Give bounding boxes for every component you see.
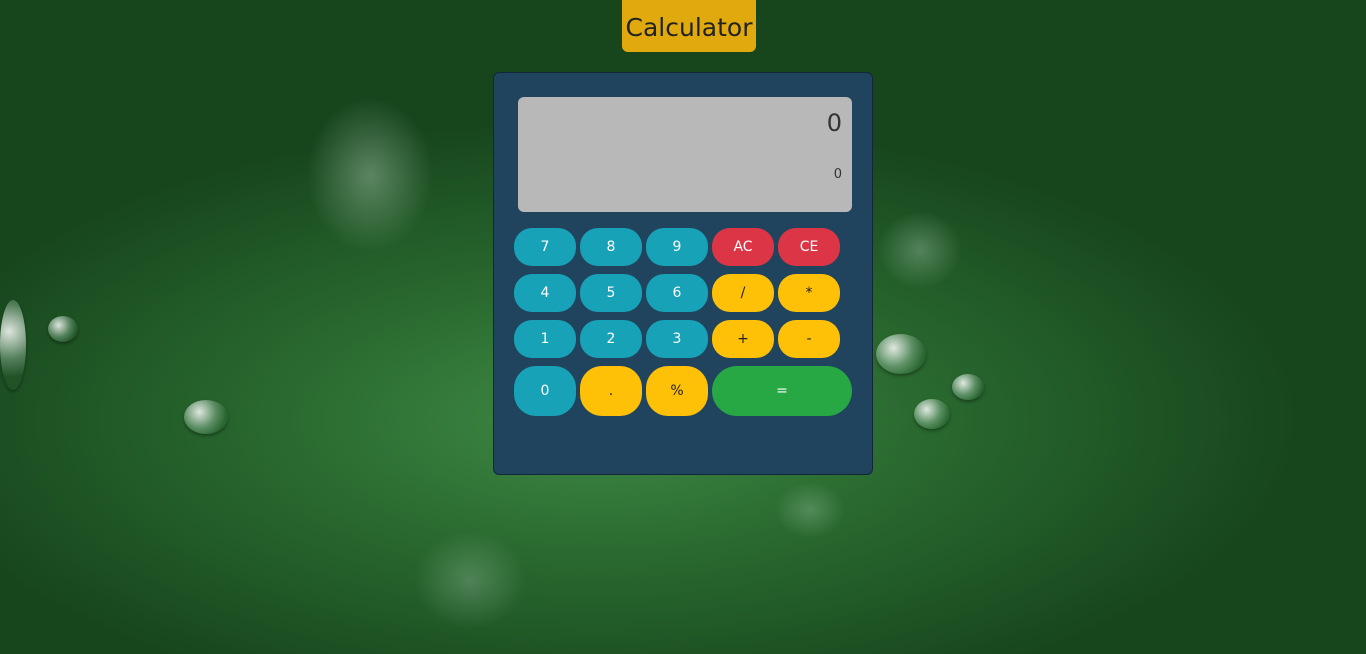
background-droplet bbox=[876, 334, 926, 374]
key-5-button[interactable]: 5 bbox=[580, 274, 642, 312]
key-3-button[interactable]: 3 bbox=[646, 320, 708, 358]
key-1-button[interactable]: 1 bbox=[514, 320, 576, 358]
background-droplet bbox=[914, 399, 950, 429]
background-droplet bbox=[0, 300, 26, 390]
all-clear-button[interactable]: AC bbox=[712, 228, 774, 266]
multiply-button[interactable]: * bbox=[778, 274, 840, 312]
divide-button[interactable]: / bbox=[712, 274, 774, 312]
page-title: Calculator bbox=[622, 0, 756, 52]
key-6-button[interactable]: 6 bbox=[646, 274, 708, 312]
equals-button[interactable]: = bbox=[712, 366, 852, 416]
key-7-button[interactable]: 7 bbox=[514, 228, 576, 266]
key-9-button[interactable]: 9 bbox=[646, 228, 708, 266]
background-droplet bbox=[48, 316, 78, 342]
background-droplet bbox=[952, 374, 984, 400]
key-4-button[interactable]: 4 bbox=[514, 274, 576, 312]
subtract-button[interactable]: - bbox=[778, 320, 840, 358]
key-2-button[interactable]: 2 bbox=[580, 320, 642, 358]
decimal-point-button[interactable]: . bbox=[580, 366, 642, 416]
clear-entry-button[interactable]: CE bbox=[778, 228, 840, 266]
calculator-display: 0 0 bbox=[518, 97, 852, 212]
add-button[interactable]: + bbox=[712, 320, 774, 358]
key-8-button[interactable]: 8 bbox=[580, 228, 642, 266]
key-0-button[interactable]: 0 bbox=[514, 366, 576, 416]
display-previous-value: 0 bbox=[833, 167, 842, 182]
calculator-panel: 0 0 7 8 9 AC CE 4 5 6 / * 1 2 3 + - 0 . … bbox=[493, 72, 873, 475]
background-droplet bbox=[184, 400, 228, 434]
display-current-value: 0 bbox=[826, 109, 842, 137]
percent-button[interactable]: % bbox=[646, 366, 708, 416]
